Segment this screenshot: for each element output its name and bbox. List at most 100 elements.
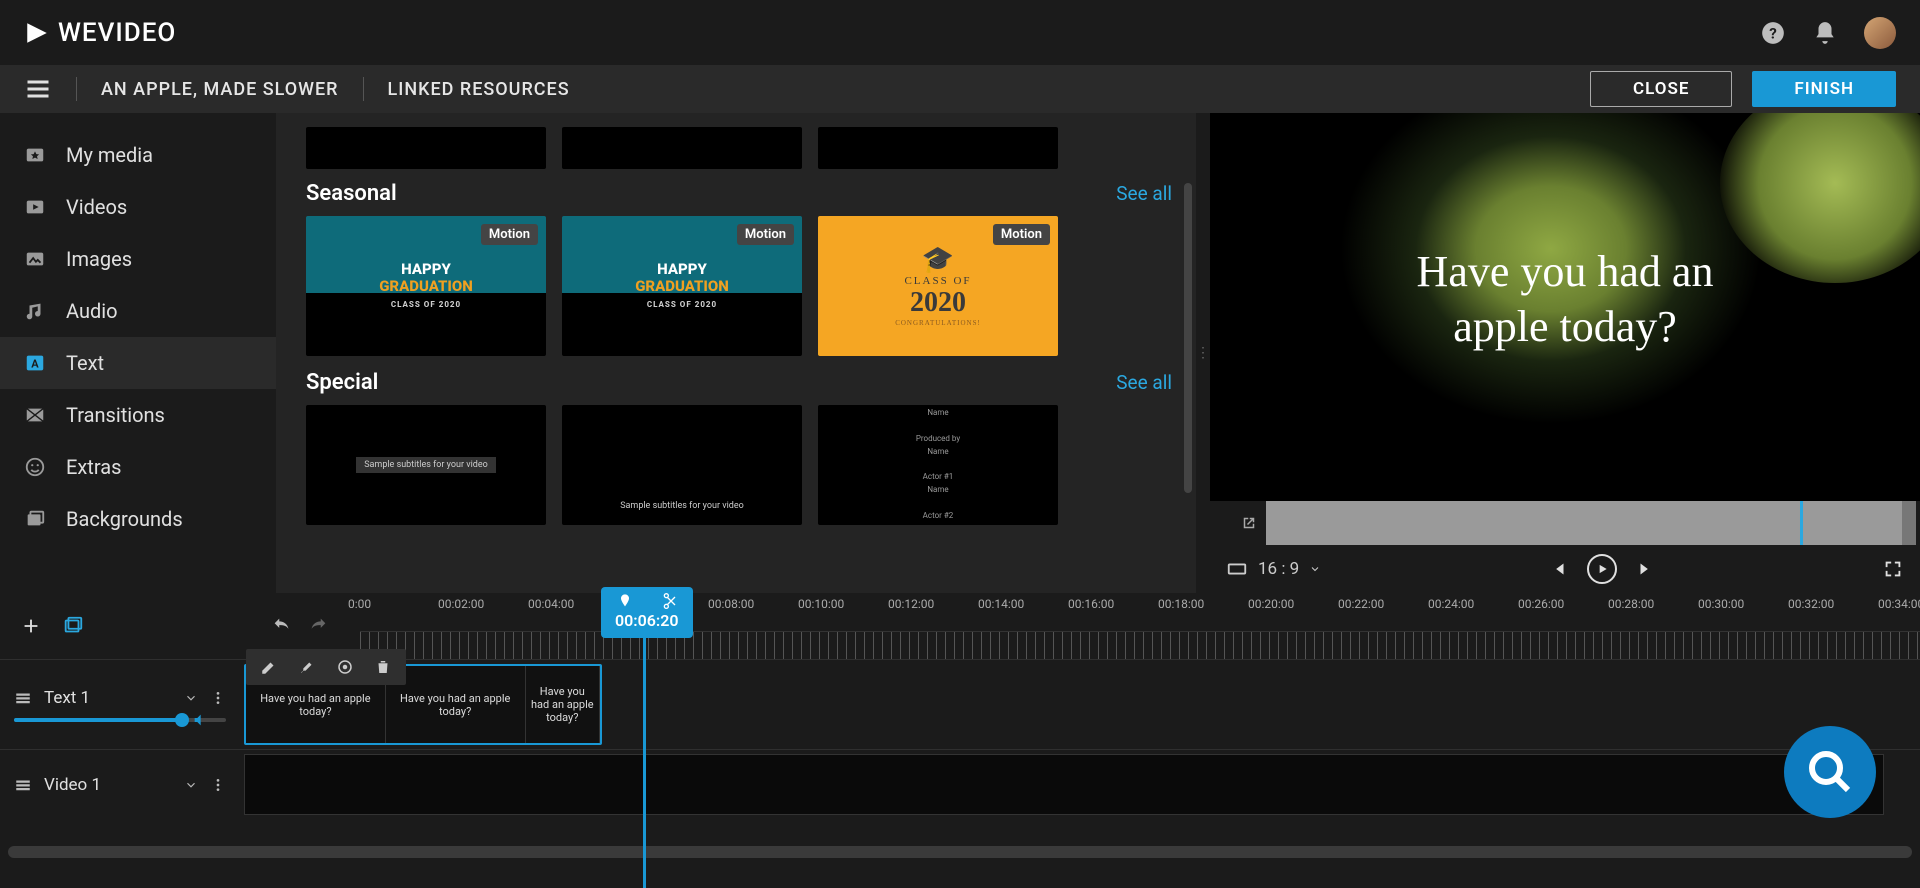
color-icon[interactable]	[336, 658, 354, 676]
scissors-icon[interactable]	[661, 593, 677, 609]
thumb-subtitle-sample: Sample subtitles for your video	[620, 501, 744, 511]
brush-icon[interactable]	[298, 658, 316, 676]
image-icon	[24, 248, 46, 270]
project-title[interactable]: AN APPLE, MADE SLOWER	[101, 79, 339, 100]
thumbnail-seasonal[interactable]: Motion HAPPYGRADUATIONCLASS OF 2020	[562, 216, 802, 356]
sidebar-item-my-media[interactable]: My media	[0, 129, 276, 181]
splitter[interactable]: ⋮	[1196, 113, 1210, 593]
divider	[76, 77, 77, 101]
preview-video[interactable]: Have you had an apple today?	[1210, 113, 1920, 501]
chevron-down-icon[interactable]	[184, 778, 198, 792]
thumbnail-special[interactable]: Sample subtitles for your video	[306, 405, 546, 525]
motion-tag: Motion	[481, 224, 538, 245]
sidebar-item-label: My media	[66, 143, 153, 167]
thumbnail-special[interactable]: Directed by Name Produced by Name Actor …	[818, 405, 1058, 525]
zoom-fab[interactable]	[1784, 726, 1876, 818]
thumb-subtitle-sample: Sample subtitles for your video	[356, 457, 496, 473]
undo-icon[interactable]	[271, 615, 293, 637]
thumbnail-seasonal[interactable]: Motion 🎓 CLASS OF 2020 CONGRATULATIONS!	[818, 216, 1058, 356]
marker-icon[interactable]	[617, 593, 633, 609]
thumbnail-special[interactable]: Sample subtitles for your video	[562, 405, 802, 525]
help-icon[interactable]: ?	[1760, 20, 1786, 46]
sound-icon	[192, 712, 208, 728]
timeline-ruler[interactable]: 00:06:20 0:0000:02:0000:04:0000:06:0000:…	[360, 593, 1920, 659]
add-track-icon[interactable]	[20, 615, 42, 637]
main: My media Videos Images Audio A Text Tran…	[0, 113, 1920, 593]
browser-scrollbar[interactable]	[1184, 183, 1192, 493]
menu-icon[interactable]	[24, 75, 52, 103]
linked-resources[interactable]: LINKED RESOURCES	[388, 79, 570, 100]
thumb-congrats: CONGRATULATIONS!	[895, 319, 981, 327]
scrub-track[interactable]	[1266, 501, 1902, 545]
prev-frame-icon[interactable]	[1547, 558, 1569, 580]
video-clip[interactable]	[244, 754, 1884, 815]
time-label: 00:12:00	[888, 597, 934, 611]
sidebar-item-videos[interactable]: Videos	[0, 181, 276, 233]
track-body[interactable]: Have you had an apple today? Have you ha…	[240, 660, 1920, 749]
sidebar-item-transitions[interactable]: Transitions	[0, 389, 276, 441]
export-icon[interactable]	[1240, 514, 1258, 532]
thumbnail[interactable]	[562, 127, 802, 169]
thumb-title: HAPPY	[401, 260, 451, 278]
sidebar-item-backgrounds[interactable]: Backgrounds	[0, 493, 276, 545]
thumbnail[interactable]	[306, 127, 546, 169]
track-head: Text 1	[0, 660, 240, 749]
more-icon[interactable]	[210, 690, 226, 706]
sidebar-item-label: Backgrounds	[66, 507, 183, 531]
clip-toolbar	[246, 649, 406, 685]
divider	[363, 77, 364, 101]
track-head: Video 1	[0, 750, 240, 819]
time-label: 00:08:00	[708, 597, 754, 611]
bell-icon[interactable]	[1812, 20, 1838, 46]
playhead[interactable]: 00:06:20	[601, 587, 693, 888]
preview-panel: Have you had an apple today? 16 : 9	[1210, 113, 1920, 593]
redo-icon[interactable]	[307, 615, 329, 637]
trash-icon[interactable]	[374, 658, 392, 676]
scrub-marker[interactable]	[1800, 501, 1803, 545]
aspect-icon[interactable]	[1226, 558, 1248, 580]
edit-icon[interactable]	[260, 658, 278, 676]
thumb-title2: GRADUATION	[635, 277, 729, 295]
more-icon[interactable]	[210, 777, 226, 793]
time-label: 00:26:00	[1518, 597, 1564, 611]
volume-slider[interactable]	[14, 718, 226, 722]
thumbnail-seasonal[interactable]: Motion HAPPYGRADUATIONCLASS OF 2020	[306, 216, 546, 356]
sidebar: My media Videos Images Audio A Text Tran…	[0, 113, 276, 593]
sidebar-item-label: Audio	[66, 299, 118, 323]
avatar[interactable]	[1864, 17, 1896, 49]
thumb-subtitle: CLASS OF 2020	[647, 300, 717, 309]
sidebar-item-extras[interactable]: Extras	[0, 441, 276, 493]
logo[interactable]: WEVIDEO	[24, 18, 176, 48]
sidebar-item-text[interactable]: A Text	[0, 337, 276, 389]
next-frame-icon[interactable]	[1635, 558, 1657, 580]
smile-icon	[24, 456, 46, 478]
see-all-link[interactable]: See all	[1116, 182, 1172, 205]
thumbnail[interactable]	[818, 127, 1058, 169]
fullscreen-icon[interactable]	[1882, 558, 1904, 580]
thumb-title: HAPPY	[657, 260, 707, 278]
track-body[interactable]	[240, 750, 1920, 819]
aspect-ratio: 16 : 9	[1258, 559, 1299, 579]
header-top-right: ?	[1760, 17, 1896, 49]
header-top: WEVIDEO ?	[0, 0, 1920, 65]
time-label: 00:10:00	[798, 597, 844, 611]
timeline-scrollbar[interactable]	[8, 846, 1912, 858]
layer-view-icon[interactable]	[62, 615, 84, 637]
motion-tag: Motion	[993, 224, 1050, 245]
finish-button[interactable]: FINISH	[1752, 71, 1896, 107]
scrub-bar	[1210, 501, 1920, 545]
sidebar-item-audio[interactable]: Audio	[0, 285, 276, 337]
sidebar-item-images[interactable]: Images	[0, 233, 276, 285]
preview-caption: Have you had an apple today?	[1388, 244, 1743, 354]
thumb-year: 2020	[895, 287, 981, 319]
time-label: 00:22:00	[1338, 597, 1384, 611]
close-button[interactable]: CLOSE	[1590, 71, 1732, 107]
see-all-link[interactable]: See all	[1116, 371, 1172, 394]
play-button[interactable]	[1587, 554, 1617, 584]
playhead-line	[643, 638, 646, 888]
sidebar-item-label: Text	[66, 351, 104, 375]
chevron-down-icon[interactable]	[184, 691, 198, 705]
chevron-down-icon[interactable]	[1309, 563, 1321, 575]
svg-text:?: ?	[1769, 24, 1777, 42]
track-icon	[14, 689, 32, 707]
